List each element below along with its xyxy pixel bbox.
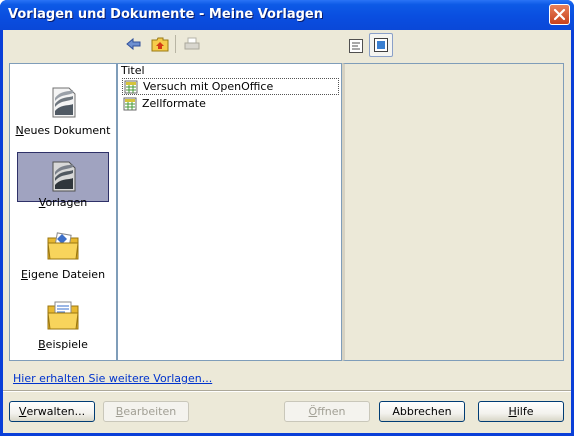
category-templates[interactable]: Vorlagen <box>10 152 116 222</box>
help-button[interactable]: Hilfe <box>478 401 564 422</box>
back-arrow-icon <box>126 37 141 51</box>
list-item[interactable]: Versuch mit OpenOffice <box>122 78 339 95</box>
preview-panel <box>342 63 564 361</box>
preview-icon <box>374 38 388 52</box>
template-list[interactable]: Titel Versuch mit OpenOffice Zellformate <box>117 63 342 361</box>
document-properties-button[interactable] <box>345 35 367 57</box>
folder-up-icon <box>151 37 169 52</box>
category-new-document[interactable]: Neues Dokument <box>10 78 116 148</box>
category-panel: Neues Dokument Vorlagen Eigene Dateien B… <box>9 63 117 361</box>
print-icon <box>184 37 200 50</box>
edit-button[interactable]: Bearbeiten <box>103 401 189 422</box>
divider <box>3 390 571 392</box>
dialog-window: Vorlagen und Dokumente - Meine Vorlagen <box>0 0 574 436</box>
dialog-client-area: Neues Dokument Vorlagen Eigene Dateien B… <box>3 30 571 433</box>
back-button[interactable] <box>123 33 145 55</box>
window-title: Vorlagen und Dokumente - Meine Vorlagen <box>8 7 323 22</box>
document-properties-icon <box>349 39 363 53</box>
category-samples[interactable]: Beispiele <box>10 292 116 362</box>
more-templates-link[interactable]: Hier erhalten Sie weitere Vorlagen... <box>13 372 212 385</box>
print-button[interactable] <box>181 33 203 55</box>
column-header-title[interactable]: Titel <box>118 64 341 78</box>
close-icon <box>553 8 566 21</box>
category-label: Neues Dokument <box>15 124 111 137</box>
list-item-title: Versuch mit OpenOffice <box>143 80 274 93</box>
list-item[interactable]: Zellformate <box>122 95 339 112</box>
up-one-level-button[interactable] <box>149 33 171 55</box>
close-button[interactable] <box>549 4 570 25</box>
spreadsheet-template-icon <box>124 80 138 93</box>
category-label: Vorlagen <box>38 196 88 209</box>
new-document-icon <box>52 87 76 118</box>
category-label: Eigene Dateien <box>20 268 106 281</box>
toolbar-separator <box>175 35 176 53</box>
list-item-title: Zellformate <box>142 97 206 110</box>
spreadsheet-template-icon <box>123 97 137 110</box>
templates-icon <box>52 161 76 192</box>
manage-button[interactable]: Verwalten... <box>9 401 95 422</box>
samples-folder-icon <box>47 301 79 330</box>
title-bar[interactable]: Vorlagen und Dokumente - Meine Vorlagen <box>0 0 574 30</box>
category-my-documents[interactable]: Eigene Dateien <box>10 222 116 292</box>
my-documents-folder-icon <box>47 232 79 260</box>
open-button[interactable]: Öffnen <box>284 401 370 422</box>
category-label: Beispiele <box>38 338 88 351</box>
preview-button[interactable] <box>369 33 393 57</box>
cancel-button[interactable]: Abbrechen <box>379 401 465 422</box>
